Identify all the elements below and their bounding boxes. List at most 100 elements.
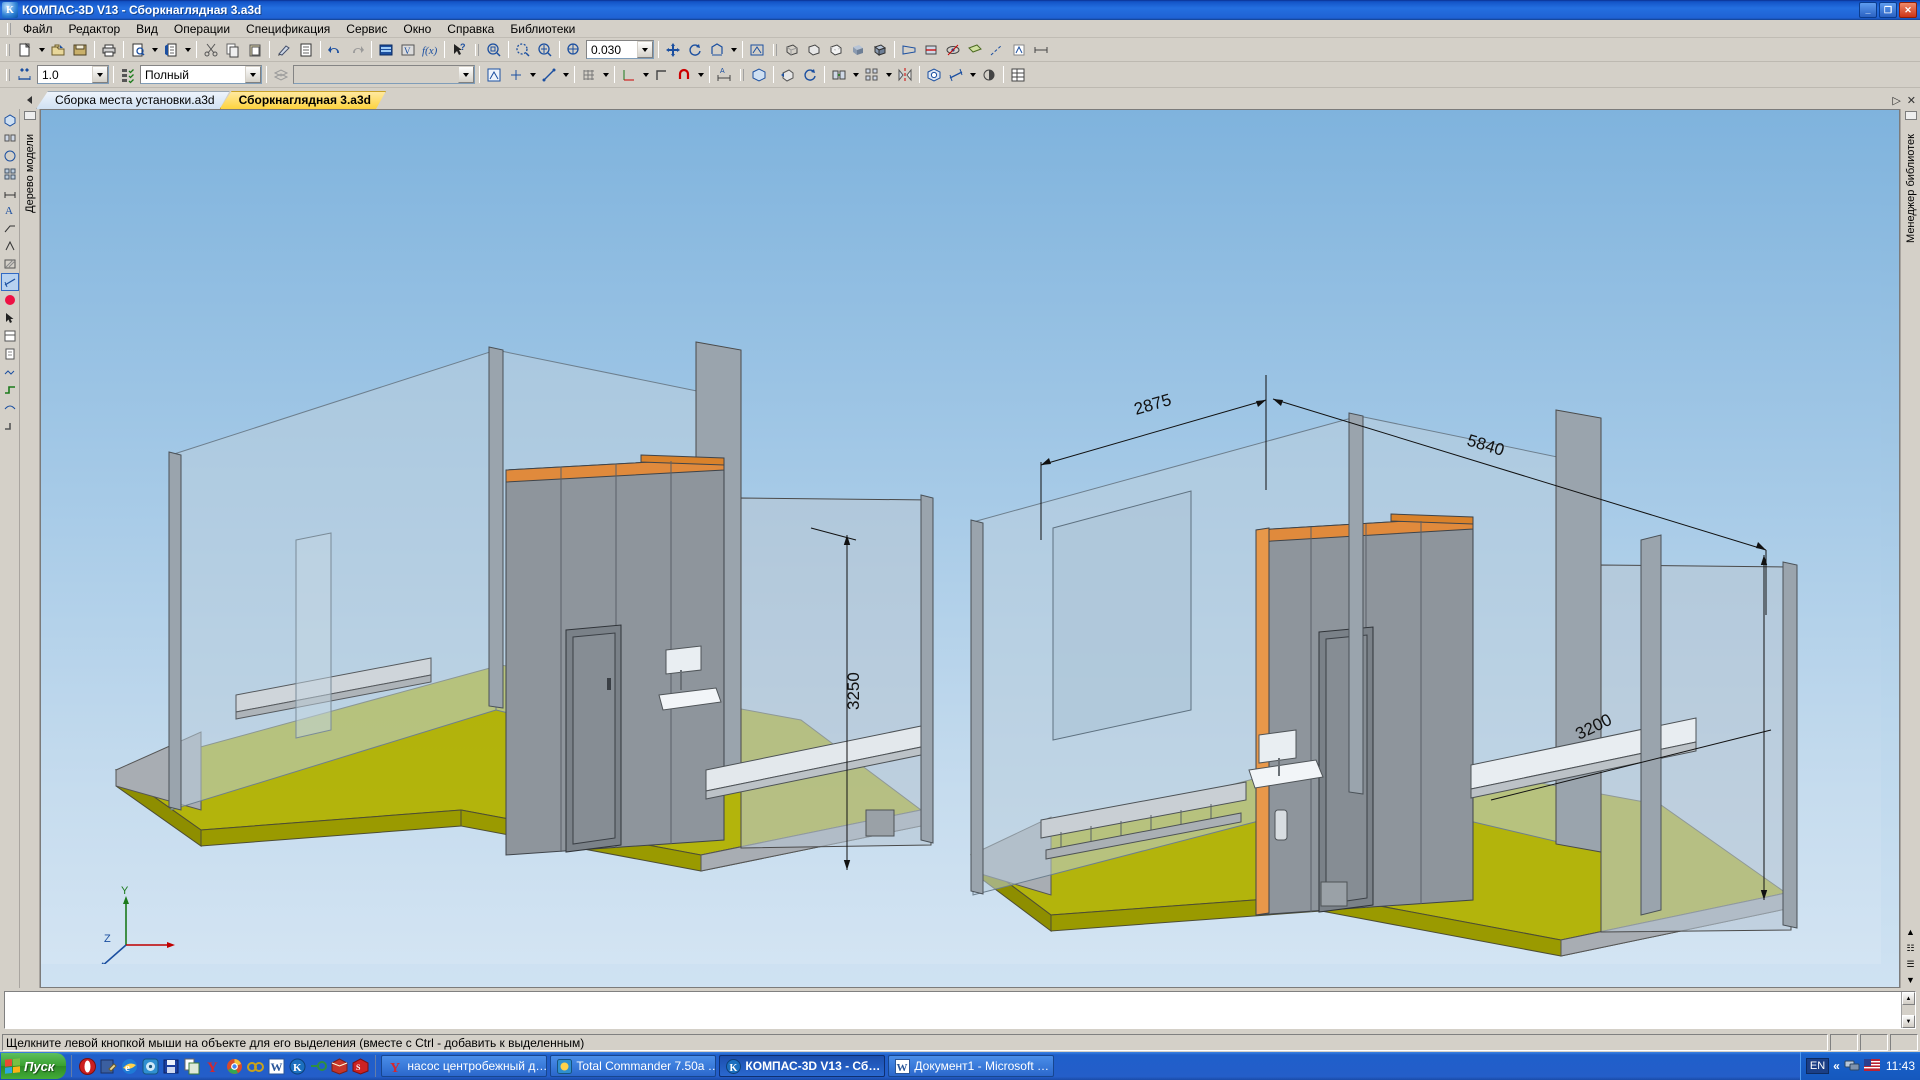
sidebar-tool-weld-icon[interactable] bbox=[1, 363, 19, 381]
quicklaunch-icon-chrome[interactable] bbox=[224, 1056, 244, 1076]
perspective-icon[interactable] bbox=[898, 39, 920, 60]
mate-dropdown-icon[interactable] bbox=[850, 64, 861, 85]
quicklaunch-icon-word[interactable]: W bbox=[266, 1056, 286, 1076]
redraw-icon[interactable] bbox=[746, 39, 768, 60]
new-document-dropdown-icon[interactable] bbox=[36, 39, 47, 60]
hidden-lines-thin-icon[interactable] bbox=[803, 39, 825, 60]
sidebar-tool-dimension-icon[interactable] bbox=[1, 183, 19, 201]
sidebar-tool-geometry-icon[interactable] bbox=[1, 147, 19, 165]
message-scroll-down-icon[interactable]: ▼ bbox=[1902, 1015, 1915, 1028]
show-axes-icon[interactable] bbox=[986, 39, 1008, 60]
message-scrollbar[interactable]: ▲ ▼ bbox=[1901, 992, 1915, 1028]
quicklaunch-icon-copy[interactable] bbox=[182, 1056, 202, 1076]
paste-icon[interactable] bbox=[244, 39, 266, 60]
sidebar-tool-roughness-icon[interactable] bbox=[1, 237, 19, 255]
show-dims-icon[interactable] bbox=[1030, 39, 1052, 60]
quicklaunch-icon-kompas[interactable]: K bbox=[287, 1056, 307, 1076]
tab-scroll-prev-icon[interactable] bbox=[22, 91, 36, 108]
menu-libraries[interactable]: Библиотеки bbox=[502, 21, 583, 37]
sidebar-tool-select-icon[interactable] bbox=[1, 309, 19, 327]
maximize-button[interactable]: ❐ bbox=[1879, 2, 1897, 18]
show-planes-icon[interactable] bbox=[964, 39, 986, 60]
layers-icon[interactable] bbox=[270, 64, 292, 85]
sidebar-tool-surface-icon[interactable] bbox=[1, 399, 19, 417]
sidebar-tool-report-icon[interactable] bbox=[1, 345, 19, 363]
menu-view[interactable]: Вид bbox=[128, 21, 166, 37]
menu-file[interactable]: Файл bbox=[15, 21, 61, 37]
array-icon[interactable] bbox=[861, 64, 883, 85]
sketch-mode-icon[interactable] bbox=[483, 64, 505, 85]
library-manager-icon[interactable] bbox=[375, 39, 397, 60]
library-scroll-up-icon[interactable]: ▲ bbox=[1902, 924, 1920, 940]
pan-icon[interactable] bbox=[662, 39, 684, 60]
toolbar-grip-view[interactable] bbox=[473, 43, 480, 57]
sidebar-tool-mate-icon[interactable] bbox=[1, 129, 19, 147]
open-document-icon[interactable] bbox=[47, 39, 69, 60]
quicklaunch-icon-yandex[interactable]: Y bbox=[203, 1056, 223, 1076]
pin-icon[interactable]: ▷ bbox=[1892, 94, 1900, 107]
zoom-selection-icon[interactable] bbox=[512, 39, 534, 60]
ortho-icon[interactable] bbox=[651, 64, 673, 85]
task-button-word-document[interactable]: W Документ1 - Microsoft … bbox=[888, 1055, 1055, 1077]
hidden-lines-dim-icon[interactable] bbox=[825, 39, 847, 60]
shaded-edges-icon[interactable] bbox=[869, 39, 891, 60]
close-icon[interactable]: ✕ bbox=[1907, 94, 1916, 107]
assembly-part-icon[interactable] bbox=[748, 64, 770, 85]
page-setup-icon[interactable] bbox=[160, 39, 182, 60]
new-document-icon[interactable] bbox=[14, 39, 36, 60]
cut-extrude-icon[interactable] bbox=[923, 64, 945, 85]
language-indicator[interactable]: EN bbox=[1805, 1058, 1830, 1074]
toolbar-grip-standard[interactable] bbox=[4, 43, 11, 57]
quicklaunch-icon-opera[interactable] bbox=[77, 1056, 97, 1076]
sidebar-tool-assembly-icon[interactable] bbox=[1, 111, 19, 129]
model-tree-panel[interactable]: Дерево модели bbox=[20, 109, 40, 988]
task-button-yandex[interactable]: Y насос центробежный д… bbox=[381, 1055, 548, 1077]
detail-level-icon[interactable] bbox=[117, 64, 139, 85]
mirror-icon[interactable] bbox=[894, 64, 916, 85]
sidebar-tool-leader-icon[interactable] bbox=[1, 219, 19, 237]
quicklaunch-icon-solidworks[interactable]: S bbox=[350, 1056, 370, 1076]
hide-all-icon[interactable] bbox=[942, 39, 964, 60]
array-dropdown-icon[interactable] bbox=[883, 64, 894, 85]
sidebar-tool-color-icon[interactable] bbox=[1, 291, 19, 309]
undo-icon[interactable] bbox=[324, 39, 346, 60]
snap-step-combo[interactable]: 1.0 bbox=[37, 65, 109, 84]
zoom-window-icon[interactable] bbox=[483, 39, 505, 60]
flag-icon[interactable] bbox=[1863, 1058, 1880, 1074]
move-component-icon[interactable] bbox=[777, 64, 799, 85]
copy-icon[interactable] bbox=[222, 39, 244, 60]
orientation-icon[interactable] bbox=[706, 39, 728, 60]
zoom-fit-icon[interactable] bbox=[534, 39, 556, 60]
close-button[interactable]: ✕ bbox=[1899, 2, 1917, 18]
menu-window[interactable]: Окно bbox=[395, 21, 439, 37]
cut-icon[interactable] bbox=[200, 39, 222, 60]
menu-edit[interactable]: Редактор bbox=[61, 21, 129, 37]
sidebar-tool-sheetmetal-icon[interactable] bbox=[1, 417, 19, 435]
tab-sbornaglyadnaya-3[interactable]: Сборкнаглядная 3.a3d bbox=[220, 91, 386, 109]
variables-icon[interactable]: V bbox=[397, 39, 419, 60]
minimize-button[interactable]: _ bbox=[1859, 2, 1877, 18]
library-scroll-down-icon[interactable]: ▼ bbox=[1902, 972, 1920, 988]
network-icon[interactable] bbox=[1844, 1057, 1860, 1075]
message-scroll-up-icon[interactable]: ▲ bbox=[1902, 992, 1915, 1005]
local-cs-dropdown-icon[interactable] bbox=[640, 64, 651, 85]
tab-sborka-mesta-ustanovki[interactable]: Сборка места установки.a3d bbox=[36, 91, 230, 109]
sidebar-tool-pipe-icon[interactable] bbox=[1, 381, 19, 399]
snap-step-dropdown-icon[interactable] bbox=[92, 66, 108, 83]
grid-icon[interactable] bbox=[578, 64, 600, 85]
quicklaunch-icon-save[interactable] bbox=[161, 1056, 181, 1076]
context-help-icon[interactable]: ? bbox=[448, 39, 470, 60]
message-output-box[interactable]: ▲ ▼ bbox=[4, 991, 1916, 1029]
point-dropdown-icon[interactable] bbox=[527, 64, 538, 85]
print-icon[interactable] bbox=[98, 39, 120, 60]
expression-icon[interactable]: f(x) bbox=[419, 39, 441, 60]
quicklaunch-icon-internet-explorer[interactable]: e bbox=[119, 1056, 139, 1076]
print-preview-dropdown-icon[interactable] bbox=[149, 39, 160, 60]
dim-style-icon[interactable]: A bbox=[713, 64, 735, 85]
library-grid-icon[interactable]: ☷ bbox=[1902, 940, 1920, 956]
section-icon[interactable] bbox=[920, 39, 942, 60]
shaded-icon[interactable] bbox=[847, 39, 869, 60]
wireframe-icon[interactable] bbox=[781, 39, 803, 60]
sidebar-tool-text-icon[interactable]: A bbox=[1, 201, 19, 219]
rotate-component-icon[interactable] bbox=[799, 64, 821, 85]
